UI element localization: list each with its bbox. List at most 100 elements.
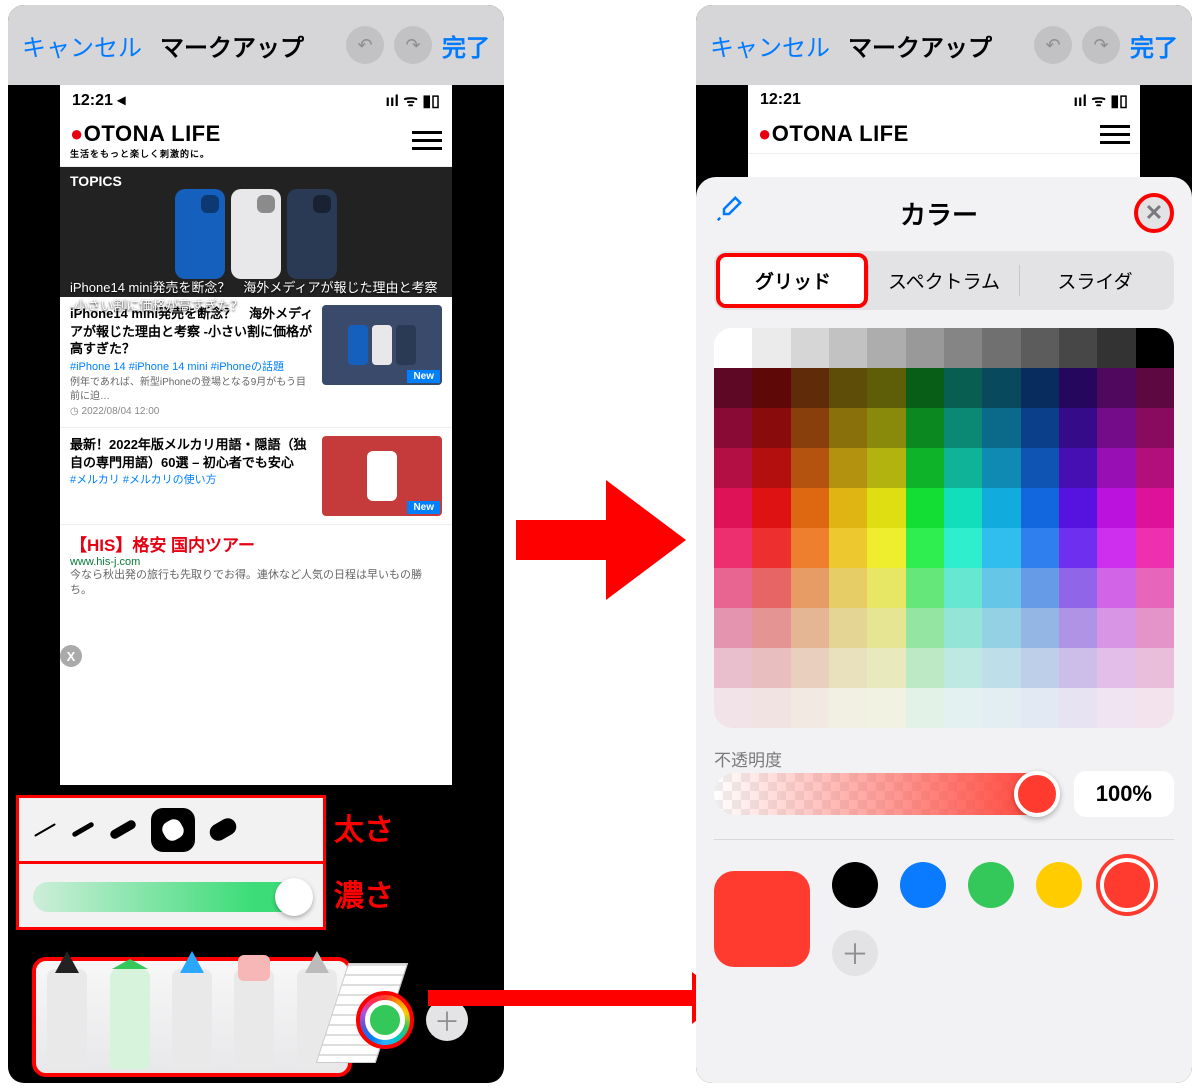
grid-cell[interactable] (906, 328, 944, 368)
grid-cell[interactable] (1097, 608, 1135, 648)
grid-cell[interactable] (1059, 328, 1097, 368)
grid-cell[interactable] (867, 328, 905, 368)
grid-cell[interactable] (714, 448, 752, 488)
grid-cell[interactable] (944, 648, 982, 688)
done-button[interactable]: 完了 (1130, 28, 1178, 63)
grid-cell[interactable] (752, 408, 790, 448)
undo-button[interactable]: ↶ (1034, 26, 1072, 64)
grid-cell[interactable] (752, 368, 790, 408)
grid-cell[interactable] (982, 648, 1020, 688)
color-picker-button[interactable] (356, 991, 414, 1049)
grid-cell[interactable] (714, 688, 752, 728)
cancel-button[interactable]: キャンセル (22, 28, 142, 63)
grid-cell[interactable] (867, 648, 905, 688)
grid-cell[interactable] (1136, 528, 1174, 568)
grid-cell[interactable] (752, 488, 790, 528)
grid-cell[interactable] (829, 568, 867, 608)
grid-cell[interactable] (1097, 648, 1135, 688)
grid-cell[interactable] (829, 608, 867, 648)
grid-cell[interactable] (714, 528, 752, 568)
grid-cell[interactable] (982, 688, 1020, 728)
grid-cell[interactable] (982, 408, 1020, 448)
eyedropper-icon[interactable] (714, 194, 744, 232)
grid-cell[interactable] (982, 608, 1020, 648)
grid-cell[interactable] (1097, 448, 1135, 488)
grid-cell[interactable] (1136, 568, 1174, 608)
grid-cell[interactable] (1021, 568, 1059, 608)
article-item-2[interactable]: 最新！2022年版メルカリ用語・隠語（独自の専門用語）60選 – 初心者でも安心… (60, 428, 452, 525)
grid-cell[interactable] (1021, 368, 1059, 408)
grid-cell[interactable] (1059, 688, 1097, 728)
close-icon[interactable]: ✕ (1134, 193, 1174, 233)
grid-cell[interactable] (1097, 328, 1135, 368)
thickness-2[interactable] (71, 821, 94, 837)
ad-block[interactable]: 【HIS】格安 国内ツアー www.his-j.com 今なら秋出発の旅行も先取… (60, 525, 452, 605)
grid-cell[interactable] (906, 408, 944, 448)
grid-cell[interactable] (829, 488, 867, 528)
preset-swatch[interactable] (1036, 862, 1082, 908)
grid-cell[interactable] (1136, 688, 1174, 728)
tool-pencil[interactable] (172, 969, 212, 1069)
opacity-knob[interactable] (1014, 771, 1060, 817)
grid-cell[interactable] (791, 408, 829, 448)
grid-cell[interactable] (714, 648, 752, 688)
grid-cell[interactable] (1136, 408, 1174, 448)
grid-cell[interactable] (1021, 528, 1059, 568)
grid-cell[interactable] (1021, 488, 1059, 528)
preset-swatch[interactable] (832, 862, 878, 908)
grid-cell[interactable] (1021, 688, 1059, 728)
grid-cell[interactable] (714, 488, 752, 528)
grid-cell[interactable] (752, 648, 790, 688)
grid-cell[interactable] (944, 608, 982, 648)
opacity-slider[interactable] (33, 882, 309, 912)
grid-cell[interactable] (1059, 408, 1097, 448)
grid-cell[interactable] (1136, 488, 1174, 528)
grid-cell[interactable] (1136, 448, 1174, 488)
grid-cell[interactable] (714, 328, 752, 368)
close-ad-icon[interactable]: X (60, 645, 82, 667)
preset-swatch[interactable] (1104, 862, 1150, 908)
add-preset-button[interactable]: ＋ (832, 930, 878, 976)
grid-cell[interactable] (906, 688, 944, 728)
hamburger-icon[interactable] (412, 131, 442, 150)
grid-cell[interactable] (906, 368, 944, 408)
grid-cell[interactable] (829, 328, 867, 368)
grid-cell[interactable] (906, 448, 944, 488)
article-item-1[interactable]: iPhone14 mini発売を断念？ 海外メディアが報じた理由と考察 -小さい… (60, 297, 452, 428)
cancel-button[interactable]: キャンセル (710, 28, 830, 63)
grid-cell[interactable] (791, 528, 829, 568)
grid-cell[interactable] (906, 648, 944, 688)
tab-grid[interactable]: グリッド (718, 255, 868, 306)
grid-cell[interactable] (867, 448, 905, 488)
tool-marker[interactable] (110, 969, 150, 1069)
grid-cell[interactable] (1097, 688, 1135, 728)
grid-cell[interactable] (1059, 568, 1097, 608)
grid-cell[interactable] (944, 328, 982, 368)
grid-cell[interactable] (867, 608, 905, 648)
grid-cell[interactable] (752, 448, 790, 488)
topics-hero[interactable]: TOPICS iPhone14 mini発売を断念？ 海外メディアが報じた理由と… (60, 167, 452, 297)
grid-cell[interactable] (829, 528, 867, 568)
grid-cell[interactable] (1021, 328, 1059, 368)
grid-cell[interactable] (1021, 608, 1059, 648)
grid-cell[interactable] (1136, 328, 1174, 368)
grid-cell[interactable] (752, 568, 790, 608)
thickness-4-selected[interactable] (151, 808, 195, 852)
preset-swatch[interactable] (968, 862, 1014, 908)
grid-cell[interactable] (752, 328, 790, 368)
grid-cell[interactable] (906, 568, 944, 608)
tool-eraser[interactable] (234, 969, 274, 1069)
grid-cell[interactable] (1097, 568, 1135, 608)
grid-cell[interactable] (829, 448, 867, 488)
grid-cell[interactable] (1021, 648, 1059, 688)
grid-cell[interactable] (1097, 488, 1135, 528)
grid-cell[interactable] (791, 368, 829, 408)
grid-cell[interactable] (752, 608, 790, 648)
grid-cell[interactable] (1021, 408, 1059, 448)
grid-cell[interactable] (1136, 368, 1174, 408)
opacity-slider[interactable] (714, 773, 1058, 815)
grid-cell[interactable] (714, 408, 752, 448)
done-button[interactable]: 完了 (442, 28, 490, 63)
grid-cell[interactable] (1136, 608, 1174, 648)
grid-cell[interactable] (1059, 528, 1097, 568)
